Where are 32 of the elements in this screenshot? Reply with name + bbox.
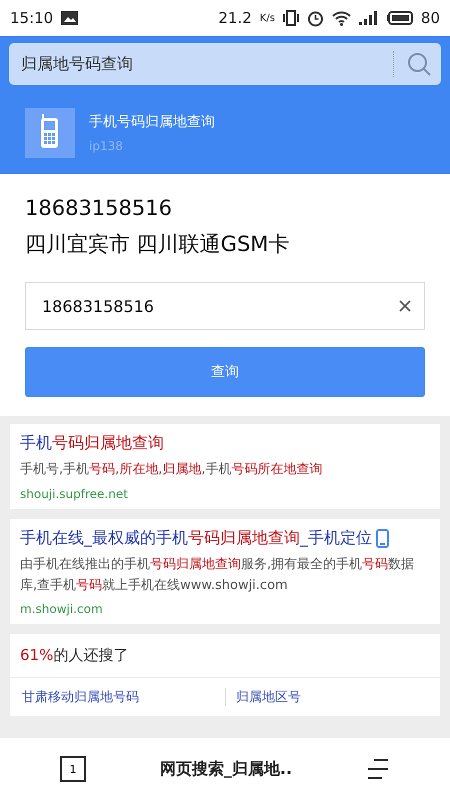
signal-icon bbox=[358, 11, 379, 25]
result-snippet: 手机号,手机号码,所在地,归属地,手机号码所在地查询 bbox=[20, 461, 324, 479]
clear-icon bbox=[399, 300, 411, 312]
tabs-button[interactable]: 1 bbox=[60, 756, 86, 782]
app-source: ip138 bbox=[89, 139, 124, 153]
result-snippet: 由手机在线推出的手机号码归属地查询服务,拥有最全的手机号码数据库,查手机号码就上手机在线www.showji.com bbox=[20, 556, 416, 595]
wifi-icon bbox=[332, 10, 351, 26]
number-location: 四川宜宾市 四川联通GSM卡 bbox=[25, 231, 290, 258]
status-time: 15:10 bbox=[10, 9, 54, 27]
related-percent: 61% bbox=[20, 646, 54, 664]
search-field[interactable]: 归属地号码查询 bbox=[9, 43, 441, 85]
alarm-icon bbox=[306, 10, 324, 26]
result-url: m.showji.com bbox=[20, 602, 104, 616]
related-link[interactable]: 归属地区号 bbox=[225, 688, 428, 706]
result-url: shouji.supfree.net bbox=[20, 486, 129, 501]
related-link[interactable]: 甘肃移动归属地号码 bbox=[22, 688, 225, 706]
image-icon bbox=[61, 11, 78, 25]
number-input-field[interactable]: 18683158516 bbox=[25, 282, 425, 330]
result-title[interactable]: 手机在线_最权威的手机号码归属地查询_手机定位 bbox=[20, 528, 430, 549]
speed-unit: K/s bbox=[260, 12, 275, 24]
battery-level: 80 bbox=[420, 9, 440, 27]
result-title[interactable]: 手机号码归属地查询 bbox=[20, 433, 430, 454]
related-heading: 的人还搜了 bbox=[53, 646, 128, 664]
app-title: 手机号码归属地查询 bbox=[89, 113, 215, 131]
phone-number: 18683158516 bbox=[25, 196, 173, 220]
mobile-phone-icon bbox=[25, 108, 75, 158]
vibrate-icon bbox=[282, 10, 299, 26]
battery-icon bbox=[386, 11, 413, 25]
page-title: 网页搜索_归属地.. bbox=[160, 758, 292, 780]
network-speed: 21.2 bbox=[218, 9, 252, 27]
menu-icon[interactable] bbox=[366, 758, 390, 780]
search-icon bbox=[407, 52, 431, 76]
